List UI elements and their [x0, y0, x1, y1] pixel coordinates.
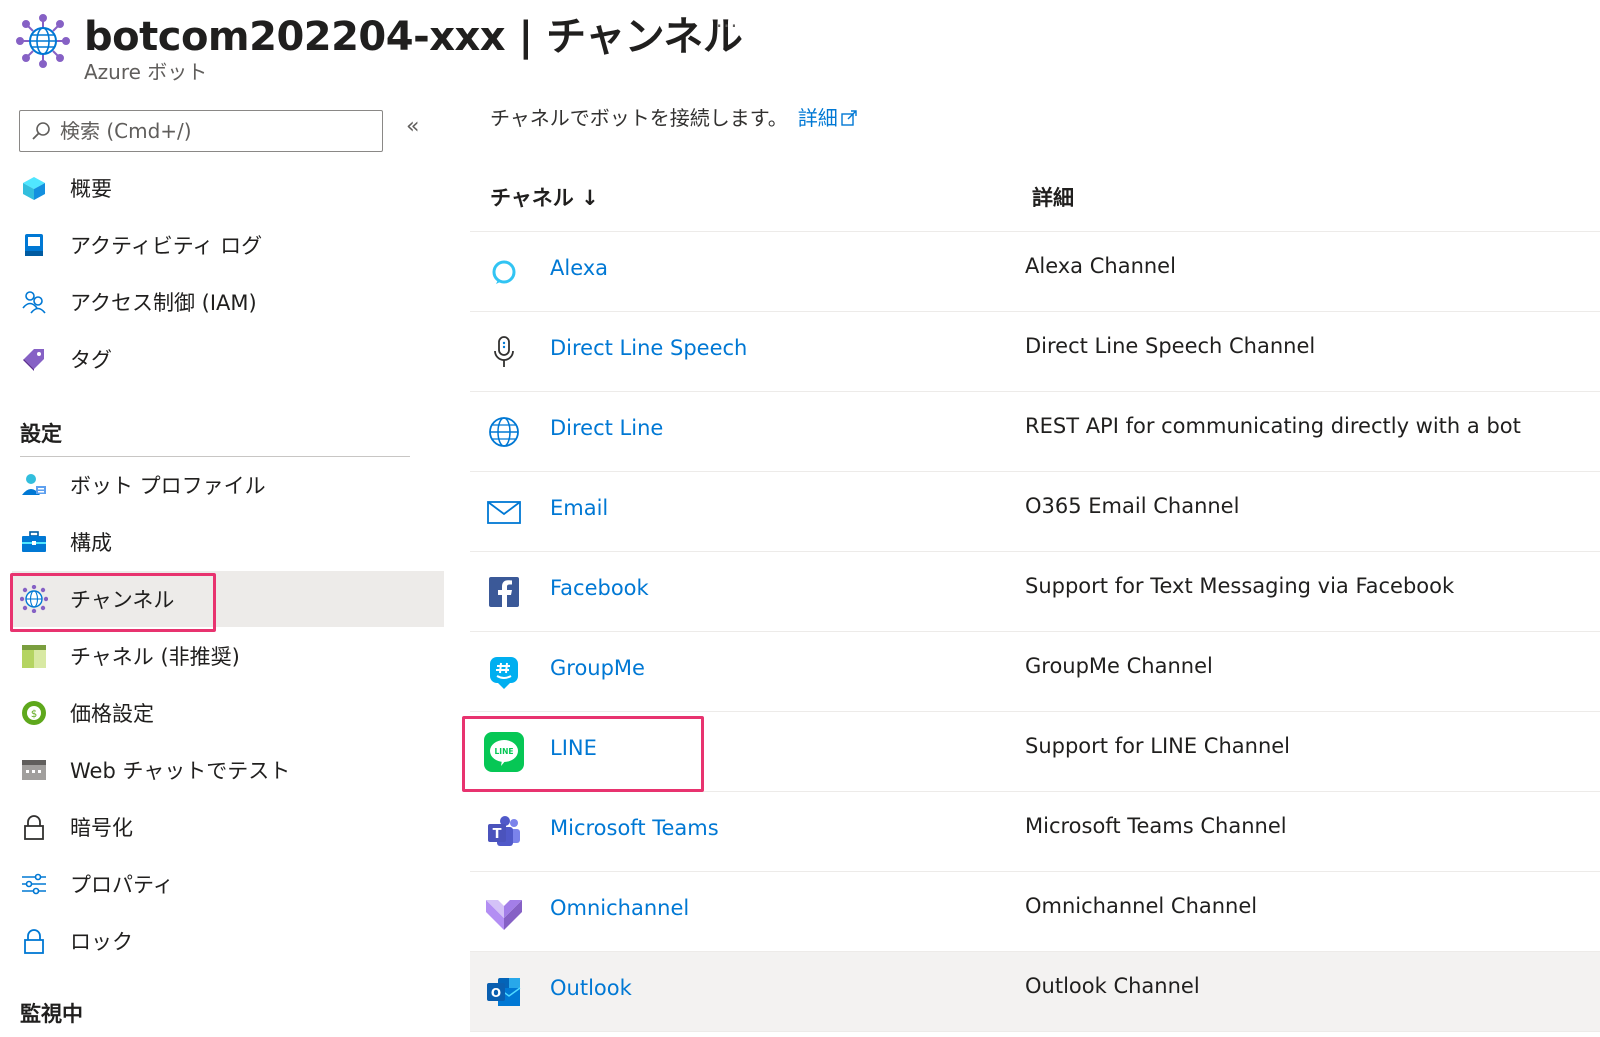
- sidebar-item-tags[interactable]: タグ: [12, 331, 444, 387]
- sidebar-item-label: ロック: [70, 930, 133, 954]
- sidebar-item-activity-log[interactable]: アクティビティ ログ: [12, 217, 444, 273]
- channel-description: Support for LINE Channel: [1025, 734, 1291, 758]
- sidebar-item-properties[interactable]: プロパティ: [12, 856, 444, 912]
- table-row[interactable]: Omnichannel Omnichannel Channel: [470, 872, 1600, 952]
- sidebar-item-channels-deprecated[interactable]: チャネル (非推奨): [12, 628, 444, 684]
- collapse-sidebar-button[interactable]: «: [406, 114, 419, 139]
- facebook-icon: [484, 572, 524, 612]
- sidebar-item-iam[interactable]: アクセス制御 (IAM): [12, 274, 444, 330]
- table-row[interactable]: Alexa Alexa Channel: [470, 232, 1600, 312]
- channel-link-omnichannel[interactable]: Omnichannel: [550, 896, 689, 920]
- search-icon: [32, 122, 50, 140]
- sidebar-item-label: アクティビティ ログ: [70, 234, 263, 258]
- email-icon: [484, 492, 524, 532]
- activity-log-icon: [20, 231, 48, 259]
- resource-type-subtitle: Azure ボット: [84, 60, 208, 84]
- groupme-icon: [484, 652, 524, 692]
- intro-text: チャネルでボットを接続します。 詳細: [490, 102, 858, 131]
- more-options-button[interactable]: ···: [716, 14, 738, 38]
- toolbox-icon: [20, 528, 48, 556]
- channel-description: GroupMe Channel: [1025, 654, 1213, 678]
- sidebar-item-label: 構成: [70, 531, 112, 555]
- sidebar-search[interactable]: [19, 110, 383, 152]
- learn-more-label: 詳細: [797, 106, 838, 130]
- sidebar-item-label: タグ: [70, 348, 112, 372]
- sliders-icon: [20, 870, 48, 898]
- svg-text:O: O: [491, 986, 501, 1000]
- channel-description: Support for Text Messaging via Facebook: [1025, 574, 1455, 598]
- table-row[interactable]: Facebook Support for Text Messaging via …: [470, 552, 1600, 632]
- sidebar-item-bot-profile[interactable]: ボット プロファイル: [12, 457, 444, 513]
- sidebar-item-test-webchat[interactable]: Web チャットでテスト: [12, 742, 444, 798]
- table-row[interactable]: Direct Line REST API for communicating d…: [470, 392, 1600, 472]
- channel-link-outlook[interactable]: Outlook: [550, 976, 632, 1000]
- learn-more-link[interactable]: 詳細: [798, 106, 858, 130]
- bot-channel-globe-icon: [16, 14, 70, 68]
- sidebar-item-label: チャネル (非推奨): [70, 645, 240, 669]
- table-header: チャネル ↓ 詳細: [470, 162, 1600, 232]
- sidebar-item-overview[interactable]: 概要: [12, 160, 444, 216]
- table-row[interactable]: Direct Line Speech Direct Line Speech Ch…: [470, 312, 1600, 392]
- main-content: チャネルでボットを接続します。 詳細 チャネル ↓ 詳細 Alexa Alexa …: [470, 90, 1600, 1037]
- channel-link-alexa[interactable]: Alexa: [550, 256, 608, 280]
- channel-description: Omnichannel Channel: [1025, 894, 1258, 918]
- alexa-icon: [484, 252, 524, 292]
- lock-icon: [20, 813, 48, 841]
- deprecated-channel-icon: [20, 642, 48, 670]
- channel-link-direct-line-speech[interactable]: Direct Line Speech: [550, 336, 747, 360]
- sidebar-highlight-box: [10, 573, 216, 632]
- external-link-icon: [841, 110, 857, 126]
- outlook-icon: O: [484, 972, 524, 1012]
- tag-icon: [20, 345, 48, 373]
- channel-description: Alexa Channel: [1025, 254, 1176, 278]
- sidebar-item-label: 暗号化: [70, 816, 133, 840]
- channel-description: REST API for communicating directly with…: [1025, 414, 1521, 438]
- sidebar-item-label: アクセス制御 (IAM): [70, 291, 257, 315]
- cube-icon: [20, 174, 48, 202]
- sidebar: « 概要 アクティビティ ログ アクセス制御 (IAM) タグ 設定 ボット プ…: [0, 100, 444, 1037]
- svg-text:$: $: [31, 709, 37, 720]
- table-row[interactable]: GroupMe GroupMe Channel: [470, 632, 1600, 712]
- sidebar-item-pricing[interactable]: $ 価格設定: [12, 685, 444, 741]
- globe-icon: [484, 412, 524, 452]
- table-row[interactable]: Email O365 Email Channel: [470, 472, 1600, 552]
- column-header-detail: 詳細: [1032, 186, 1074, 210]
- table-row[interactable]: T Microsoft Teams Microsoft Teams Channe…: [470, 792, 1600, 872]
- sidebar-item-locks[interactable]: ロック: [12, 913, 444, 969]
- section-header-settings: 設定: [20, 422, 62, 446]
- channel-link-direct-line[interactable]: Direct Line: [550, 416, 663, 440]
- intro-label: チャネルでボットを接続します。: [490, 106, 788, 130]
- sidebar-item-label: Web チャットでテスト: [70, 759, 291, 783]
- channel-link-facebook[interactable]: Facebook: [550, 576, 649, 600]
- page-title: botcom202204-xxx | チャンネル: [84, 14, 743, 60]
- bot-profile-icon: [20, 471, 48, 499]
- section-header-monitoring: 監視中: [20, 1002, 83, 1026]
- search-input[interactable]: [60, 119, 360, 143]
- sidebar-item-label: 概要: [70, 177, 112, 201]
- sidebar-item-configuration[interactable]: 構成: [12, 514, 444, 570]
- teams-icon: T: [484, 812, 524, 852]
- people-icon: [20, 288, 48, 316]
- channel-description: Outlook Channel: [1025, 974, 1200, 998]
- channel-description: Microsoft Teams Channel: [1025, 814, 1287, 838]
- channel-link-email[interactable]: Email: [550, 496, 608, 520]
- lock-icon: [20, 927, 48, 955]
- channel-link-microsoft-teams[interactable]: Microsoft Teams: [550, 816, 719, 840]
- table-row[interactable]: O Outlook Outlook Channel: [470, 952, 1600, 1032]
- channel-description: O365 Email Channel: [1025, 494, 1240, 518]
- channel-description: Direct Line Speech Channel: [1025, 334, 1316, 358]
- omnichannel-icon: [484, 892, 524, 932]
- microphone-icon: [484, 332, 524, 372]
- sidebar-item-label: プロパティ: [70, 873, 174, 897]
- sidebar-item-label: 価格設定: [70, 702, 154, 726]
- line-highlight-box: [462, 716, 704, 792]
- channel-link-groupme[interactable]: GroupMe: [550, 656, 645, 680]
- pricing-icon: $: [20, 699, 48, 727]
- page-header: botcom202204-xxx | チャンネル ··· Azure ボット: [0, 0, 1600, 90]
- webchat-icon: [20, 756, 48, 784]
- sidebar-item-label: ボット プロファイル: [70, 474, 266, 498]
- column-header-channel[interactable]: チャネル ↓: [490, 182, 599, 212]
- svg-text:T: T: [493, 827, 502, 842]
- sidebar-item-encryption[interactable]: 暗号化: [12, 799, 444, 855]
